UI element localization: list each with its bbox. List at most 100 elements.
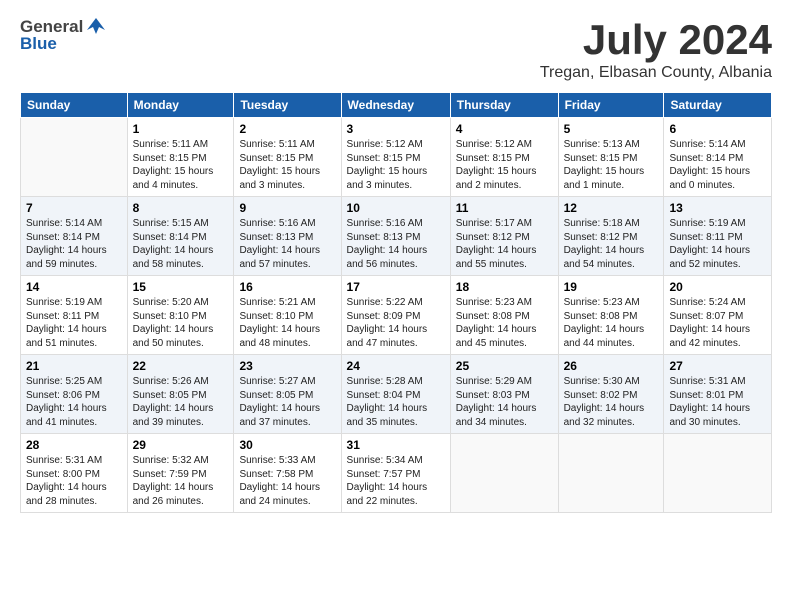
cell-text: Sunrise: 5:33 AM — [239, 454, 335, 468]
table-row — [21, 118, 128, 197]
cell-text: and 58 minutes. — [133, 258, 229, 272]
cell-text: and 52 minutes. — [669, 258, 766, 272]
col-tuesday: Tuesday — [234, 93, 341, 118]
cell-text: Sunset: 8:04 PM — [347, 389, 445, 403]
table-row: 15Sunrise: 5:20 AMSunset: 8:10 PMDayligh… — [127, 276, 234, 355]
cell-text: Sunset: 8:15 PM — [239, 152, 335, 166]
cell-text: and 1 minute. — [564, 179, 659, 193]
cell-text: Sunset: 8:02 PM — [564, 389, 659, 403]
logo: General Blue — [20, 16, 107, 54]
cell-text: and 28 minutes. — [26, 495, 122, 509]
col-sunday: Sunday — [21, 93, 128, 118]
cell-text: Sunrise: 5:26 AM — [133, 375, 229, 389]
logo-bird-icon — [85, 16, 107, 38]
logo-blue: Blue — [20, 34, 57, 54]
cell-text: and 3 minutes. — [347, 179, 445, 193]
cell-text: and 42 minutes. — [669, 337, 766, 351]
cell-text: Daylight: 15 hours — [669, 165, 766, 179]
table-row: 29Sunrise: 5:32 AMSunset: 7:59 PMDayligh… — [127, 434, 234, 513]
day-number: 29 — [133, 438, 229, 452]
cell-text: and 54 minutes. — [564, 258, 659, 272]
day-number: 16 — [239, 280, 335, 294]
table-row — [558, 434, 664, 513]
cell-text: and 30 minutes. — [669, 416, 766, 430]
col-friday: Friday — [558, 93, 664, 118]
day-number: 15 — [133, 280, 229, 294]
cell-text: Daylight: 14 hours — [456, 244, 553, 258]
cell-text: Daylight: 15 hours — [456, 165, 553, 179]
day-number: 18 — [456, 280, 553, 294]
cell-text: Sunrise: 5:19 AM — [669, 217, 766, 231]
cell-text: Daylight: 14 hours — [239, 244, 335, 258]
cell-text: Sunset: 8:10 PM — [133, 310, 229, 324]
cell-text: Sunrise: 5:13 AM — [564, 138, 659, 152]
table-row: 28Sunrise: 5:31 AMSunset: 8:00 PMDayligh… — [21, 434, 128, 513]
cell-text: Daylight: 14 hours — [26, 402, 122, 416]
cell-text: and 50 minutes. — [133, 337, 229, 351]
cell-text: and 32 minutes. — [564, 416, 659, 430]
cell-text: Daylight: 14 hours — [347, 323, 445, 337]
cell-text: and 44 minutes. — [564, 337, 659, 351]
table-row: 25Sunrise: 5:29 AMSunset: 8:03 PMDayligh… — [450, 355, 558, 434]
cell-text: Sunset: 8:10 PM — [239, 310, 335, 324]
day-number: 24 — [347, 359, 445, 373]
cell-text: Daylight: 15 hours — [133, 165, 229, 179]
cell-text: Sunset: 8:12 PM — [564, 231, 659, 245]
cell-text: Sunrise: 5:16 AM — [239, 217, 335, 231]
cell-text: Sunrise: 5:11 AM — [133, 138, 229, 152]
cell-text: Daylight: 14 hours — [564, 244, 659, 258]
table-row: 2Sunrise: 5:11 AMSunset: 8:15 PMDaylight… — [234, 118, 341, 197]
cell-text: and 22 minutes. — [347, 495, 445, 509]
table-row: 17Sunrise: 5:22 AMSunset: 8:09 PMDayligh… — [341, 276, 450, 355]
cell-text: Sunset: 8:15 PM — [564, 152, 659, 166]
cell-text: Sunset: 7:58 PM — [239, 468, 335, 482]
cell-text: and 3 minutes. — [239, 179, 335, 193]
day-number: 12 — [564, 201, 659, 215]
table-row: 24Sunrise: 5:28 AMSunset: 8:04 PMDayligh… — [341, 355, 450, 434]
day-number: 3 — [347, 122, 445, 136]
cell-text: Sunrise: 5:28 AM — [347, 375, 445, 389]
day-number: 13 — [669, 201, 766, 215]
cell-text: Daylight: 14 hours — [26, 323, 122, 337]
cell-text: Sunset: 8:09 PM — [347, 310, 445, 324]
cell-text: Sunrise: 5:18 AM — [564, 217, 659, 231]
day-number: 11 — [456, 201, 553, 215]
cell-text: Daylight: 14 hours — [239, 323, 335, 337]
cell-text: and 41 minutes. — [26, 416, 122, 430]
cell-text: Sunset: 8:05 PM — [239, 389, 335, 403]
day-number: 30 — [239, 438, 335, 452]
cell-text: and 2 minutes. — [456, 179, 553, 193]
cell-text: Sunrise: 5:22 AM — [347, 296, 445, 310]
cell-text: Sunset: 8:03 PM — [456, 389, 553, 403]
table-row: 18Sunrise: 5:23 AMSunset: 8:08 PMDayligh… — [450, 276, 558, 355]
cell-text: and 51 minutes. — [26, 337, 122, 351]
cell-text: Sunset: 8:01 PM — [669, 389, 766, 403]
day-number: 20 — [669, 280, 766, 294]
cell-text: and 59 minutes. — [26, 258, 122, 272]
cell-text: Daylight: 14 hours — [456, 323, 553, 337]
cell-text: and 24 minutes. — [239, 495, 335, 509]
col-saturday: Saturday — [664, 93, 772, 118]
table-row: 20Sunrise: 5:24 AMSunset: 8:07 PMDayligh… — [664, 276, 772, 355]
table-row: 30Sunrise: 5:33 AMSunset: 7:58 PMDayligh… — [234, 434, 341, 513]
cell-text: Sunrise: 5:32 AM — [133, 454, 229, 468]
day-number: 26 — [564, 359, 659, 373]
cell-text: Sunset: 8:15 PM — [456, 152, 553, 166]
table-row: 31Sunrise: 5:34 AMSunset: 7:57 PMDayligh… — [341, 434, 450, 513]
cell-text: and 47 minutes. — [347, 337, 445, 351]
cell-text: Daylight: 14 hours — [26, 244, 122, 258]
cell-text: Sunrise: 5:34 AM — [347, 454, 445, 468]
cell-text: and 48 minutes. — [239, 337, 335, 351]
cell-text: Sunrise: 5:20 AM — [133, 296, 229, 310]
cell-text: and 39 minutes. — [133, 416, 229, 430]
cell-text: Daylight: 14 hours — [239, 402, 335, 416]
cell-text: Sunrise: 5:14 AM — [26, 217, 122, 231]
table-row: 6Sunrise: 5:14 AMSunset: 8:14 PMDaylight… — [664, 118, 772, 197]
calendar-week-row: 1Sunrise: 5:11 AMSunset: 8:15 PMDaylight… — [21, 118, 772, 197]
cell-text: Sunset: 7:59 PM — [133, 468, 229, 482]
cell-text: Sunset: 7:57 PM — [347, 468, 445, 482]
cell-text: Sunrise: 5:31 AM — [669, 375, 766, 389]
cell-text: Sunset: 8:14 PM — [133, 231, 229, 245]
cell-text: Daylight: 14 hours — [347, 244, 445, 258]
cell-text: and 26 minutes. — [133, 495, 229, 509]
